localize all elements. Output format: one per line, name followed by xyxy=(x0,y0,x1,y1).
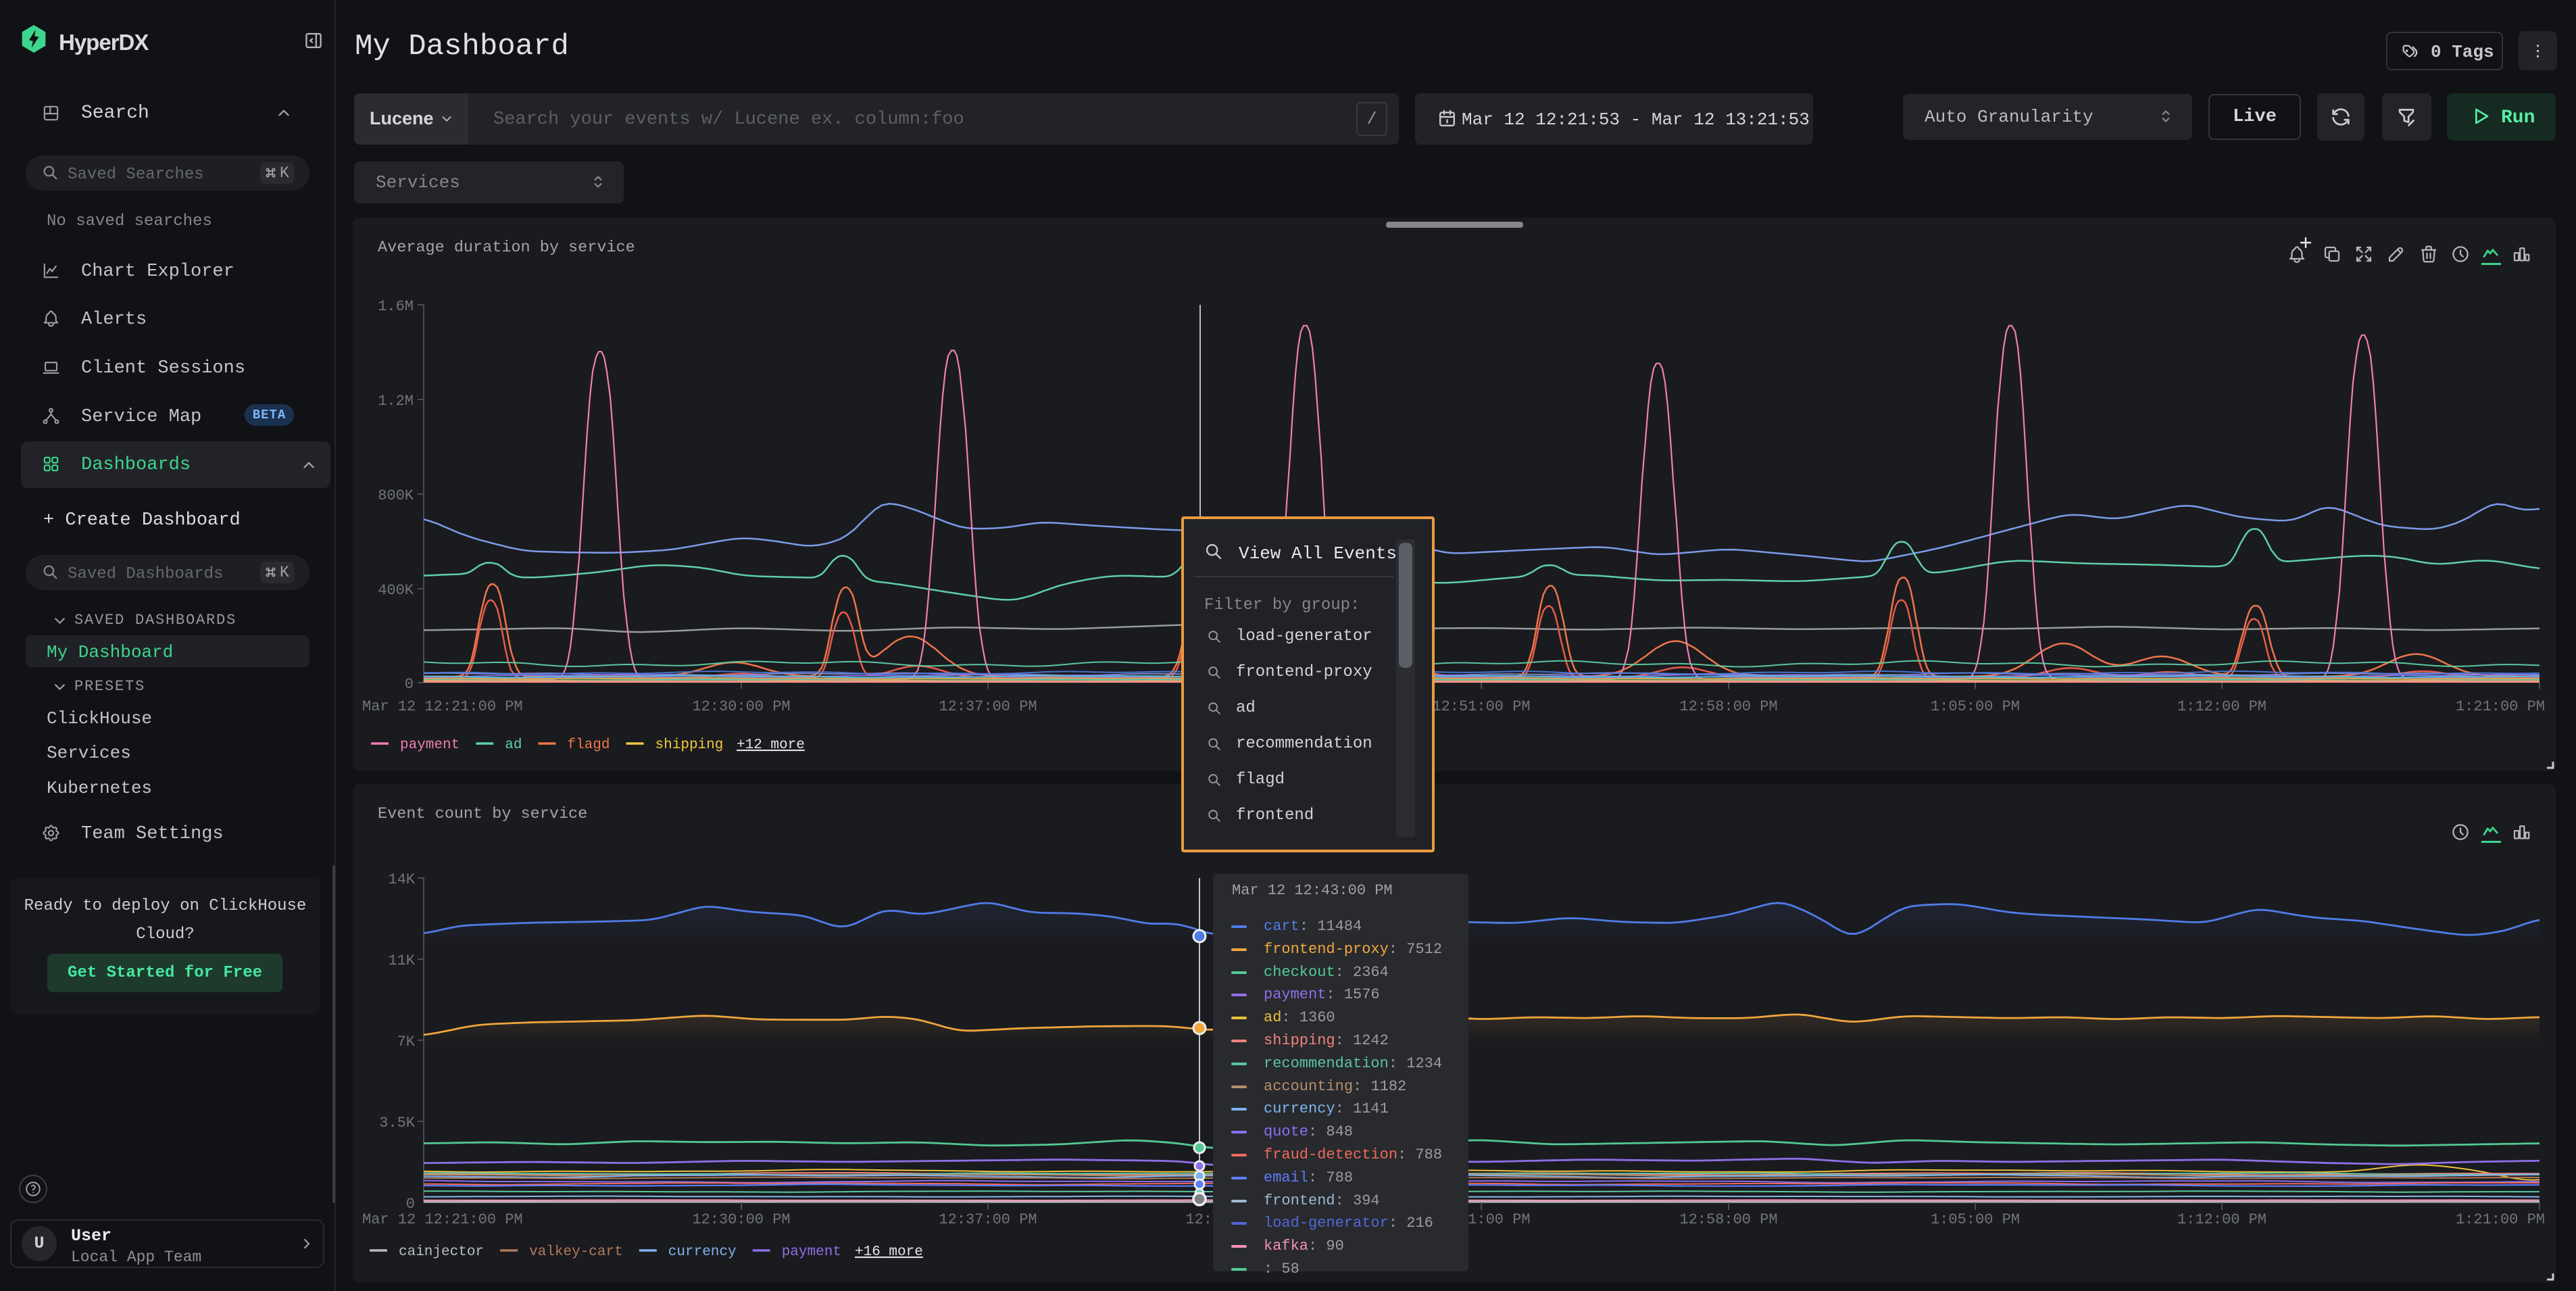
svg-text:Mar 12 12:21:00 PM: Mar 12 12:21:00 PM xyxy=(362,698,523,715)
svg-text:cainjector: cainjector xyxy=(399,1244,484,1260)
svg-text:12:37:00 PM: 12:37:00 PM xyxy=(939,1211,1037,1228)
svg-text:currency: currency xyxy=(668,1244,737,1260)
svg-text:+16 more: +16 more xyxy=(855,1244,923,1260)
svg-text:flagd: flagd xyxy=(567,737,610,753)
svg-text:11K: 11K xyxy=(388,952,415,969)
svg-text:1:05:00 PM: 1:05:00 PM xyxy=(1931,1211,2020,1228)
svg-text:1.2M: 1.2M xyxy=(378,393,414,410)
svg-text:800K: 800K xyxy=(378,487,414,504)
svg-text:+12 more: +12 more xyxy=(737,737,805,753)
svg-text:3.5K: 3.5K xyxy=(379,1115,416,1131)
svg-text:payment: payment xyxy=(400,737,460,753)
svg-text:14K: 14K xyxy=(388,871,415,888)
svg-text:7K: 7K xyxy=(397,1033,416,1050)
svg-text:12:58:00 PM: 12:58:00 PM xyxy=(1679,698,1777,715)
svg-text:400K: 400K xyxy=(378,582,414,599)
svg-text:0: 0 xyxy=(406,1196,415,1213)
svg-text:0: 0 xyxy=(405,676,414,693)
svg-text:12:51:00 PM: 12:51:00 PM xyxy=(1432,698,1530,715)
svg-text:12:30:00 PM: 12:30:00 PM xyxy=(692,1211,790,1228)
svg-text:Mar 12 12:21:00 PM: Mar 12 12:21:00 PM xyxy=(362,1211,523,1228)
svg-text:payment: payment xyxy=(782,1244,841,1260)
svg-text:12:58:00 PM: 12:58:00 PM xyxy=(1679,1211,1777,1228)
svg-text:1:21:00 PM: 1:21:00 PM xyxy=(2456,698,2545,715)
svg-text:1:05:00 PM: 1:05:00 PM xyxy=(1931,698,2020,715)
svg-text:12:30:00 PM: 12:30:00 PM xyxy=(692,698,790,715)
svg-text:shipping: shipping xyxy=(655,737,724,753)
svg-text:12:37:00 PM: 12:37:00 PM xyxy=(939,698,1037,715)
svg-text:ad: ad xyxy=(505,737,522,753)
svg-text:valkey-cart: valkey-cart xyxy=(529,1244,623,1260)
svg-text:1:21:00 PM: 1:21:00 PM xyxy=(2456,1211,2545,1228)
svg-text:1:12:00 PM: 1:12:00 PM xyxy=(2177,1211,2267,1228)
svg-text:1:12:00 PM: 1:12:00 PM xyxy=(2177,698,2267,715)
svg-text:1.6M: 1.6M xyxy=(378,298,414,315)
